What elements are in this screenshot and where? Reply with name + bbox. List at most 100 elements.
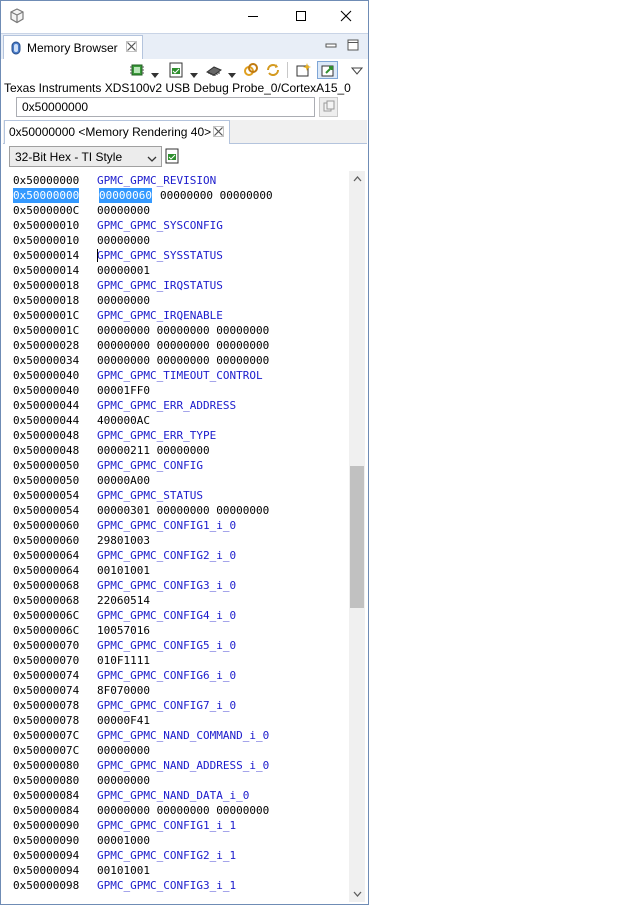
memory-values[interactable]: 00000001 <box>97 263 150 278</box>
address-cell: 0x50000064 <box>13 564 80 577</box>
register-name: GPMC_GPMC_CONFIG7_i_0 <box>97 699 237 712</box>
address-cell: 0x50000054 <box>13 489 80 502</box>
link-back-icon[interactable] <box>242 61 260 79</box>
address-cell: 0x5000000C <box>13 204 80 217</box>
address-cell: 0x50000080 <box>13 759 80 772</box>
title-bar <box>1 1 368 31</box>
format-settings-icon[interactable] <box>164 148 180 167</box>
view-menu-icon[interactable] <box>350 64 364 78</box>
register-name: GPMC_GPMC_CONFIG2_i_0 <box>97 549 237 562</box>
register-name: GPMC_GPMC_SYSSTATUS <box>97 249 223 262</box>
memory-values[interactable]: 00001FF0 <box>97 383 150 398</box>
memory-values[interactable]: 00000000 <box>97 203 150 218</box>
memory-values[interactable]: 10057016 <box>97 623 150 638</box>
minimize-icon <box>247 10 259 22</box>
tab-close-icon[interactable] <box>126 41 137 55</box>
address-cell: 0x50000050 <box>13 474 80 487</box>
tab-label: Memory Browser <box>27 41 118 55</box>
memory-values[interactable]: 00000000 00000000 00000000 <box>97 353 269 368</box>
link-forward-icon[interactable] <box>264 61 282 79</box>
address-cell: 0x50000010 <box>13 219 80 232</box>
memory-values[interactable]: 00101001 <box>97 863 150 878</box>
address-cell: 0x50000090 <box>13 819 80 832</box>
register-name: GPMC_GPMC_CONFIG3_i_1 <box>97 879 237 892</box>
address-cell: 0x5000006C <box>13 624 80 637</box>
address-cell: 0x5000007C <box>13 744 80 757</box>
toolbar <box>1 59 368 81</box>
tab-memory-rendering[interactable]: 0x50000000 <Memory Rendering 40> <box>4 120 230 144</box>
address-cell: 0x50000060 <box>13 534 80 547</box>
scroll-up-icon[interactable] <box>349 171 365 187</box>
memory-values[interactable]: 29801003 <box>97 533 150 548</box>
register-name: GPMC_GPMC_CONFIG6_i_0 <box>97 669 237 682</box>
memory-values[interactable]: 00000000 <box>97 773 150 788</box>
scrollbar-thumb[interactable] <box>350 466 364 608</box>
memory-values[interactable]: 010F1111 <box>97 653 150 668</box>
chevron-down-icon <box>147 152 157 166</box>
memory-browser-icon <box>11 41 21 58</box>
address-input[interactable] <box>16 97 315 117</box>
memory-values[interactable]: 00000000 <box>97 743 150 758</box>
memory-values[interactable]: 00101001 <box>97 563 150 578</box>
address-cell: 0x5000007C <box>13 729 80 742</box>
memory-values[interactable]: 00000A00 <box>97 473 150 488</box>
address-cell: 0x50000040 <box>13 369 80 382</box>
vertical-scrollbar[interactable] <box>349 171 365 902</box>
address-cell: 0x50000094 <box>13 864 80 877</box>
address-cell: 0x50000050 <box>13 459 80 472</box>
save-dropdown-icon[interactable] <box>228 67 236 81</box>
pin-icon[interactable] <box>317 61 338 79</box>
register-name: GPMC_GPMC_SYSCONFIG <box>97 219 223 232</box>
register-name: GPMC_GPMC_TIMEOUT_CONTROL <box>97 369 263 382</box>
address-cell: 0x50000060 <box>13 519 80 532</box>
address-cell: 0x50000078 <box>13 699 80 712</box>
memory-values[interactable]: 00001000 <box>97 833 150 848</box>
memory-values[interactable]: 00000000 00000000 00000000 <box>97 323 269 338</box>
format-select[interactable]: 32-Bit Hex - TI Style <box>9 146 162 167</box>
memory-values[interactable]: 00000211 00000000 <box>97 443 210 458</box>
view-maximize-icon[interactable] <box>347 39 359 54</box>
memory-value-selected[interactable]: 00000060 <box>99 188 152 203</box>
maximize-button[interactable] <box>278 1 324 31</box>
new-rendering-icon[interactable] <box>294 61 312 79</box>
register-name: GPMC_GPMC_REVISION <box>97 174 217 187</box>
maximize-icon <box>295 10 307 22</box>
close-button[interactable] <box>323 1 369 31</box>
new-memory-monitor-icon[interactable] <box>128 61 146 79</box>
register-name: GPMC_GPMC_ERR_ADDRESS <box>97 399 237 412</box>
memory-values[interactable]: 22060514 <box>97 593 150 608</box>
memory-values[interactable]: 8F070000 <box>97 683 150 698</box>
memory-values[interactable]: 400000AC <box>97 413 150 428</box>
memory-values[interactable]: 00000F41 <box>97 713 150 728</box>
address-cell: 0x50000090 <box>13 834 80 847</box>
memory-values[interactable]: 00000000 00000000 00000000 <box>97 803 269 818</box>
go-button[interactable] <box>319 97 338 117</box>
register-name: GPMC_GPMC_NAND_COMMAND_i_0 <box>97 729 270 742</box>
address-cell: 0x50000014 <box>13 249 80 262</box>
memory-view[interactable]: 0x50000000 GPMC_GPMC_REVISION 0x50000000 00… <box>7 171 347 901</box>
register-name: GPMC_GPMC_STATUS <box>97 489 203 502</box>
memory-values[interactable]: 00000000 <box>97 233 150 248</box>
save-memory-icon[interactable] <box>205 61 223 79</box>
address-cell: 0x50000074 <box>13 684 80 697</box>
rendering-tab-close-icon[interactable] <box>213 126 224 140</box>
tab-memory-browser[interactable]: Memory Browser <box>3 35 143 60</box>
address-cell: 0x50000048 <box>13 429 80 442</box>
register-name: GPMC_GPMC_CONFIG1_i_0 <box>97 519 237 532</box>
memory-values[interactable]: 00000301 00000000 00000000 <box>97 503 269 518</box>
address-cell: 0x50000070 <box>13 639 80 652</box>
import-memory-icon[interactable] <box>167 61 185 79</box>
new-monitor-dropdown-icon[interactable] <box>151 67 159 81</box>
memory-values[interactable]: 00000000 <box>97 293 150 308</box>
memory-values[interactable]: 00000000 00000000 <box>160 188 273 203</box>
import-dropdown-icon[interactable] <box>190 67 198 81</box>
memory-values[interactable]: 00000000 00000000 00000000 <box>97 338 269 353</box>
register-name: GPMC_GPMC_CONFIG4_i_0 <box>97 609 237 622</box>
format-select-value: 32-Bit Hex - TI Style <box>15 150 123 164</box>
register-name: GPMC_GPMC_CONFIG3_i_0 <box>97 579 237 592</box>
address-cell: 0x50000074 <box>13 669 80 682</box>
scroll-down-icon[interactable] <box>349 886 365 902</box>
minimize-button[interactable] <box>230 1 276 31</box>
view-minimize-icon[interactable] <box>325 39 337 54</box>
address-cell: 0x50000048 <box>13 444 80 457</box>
